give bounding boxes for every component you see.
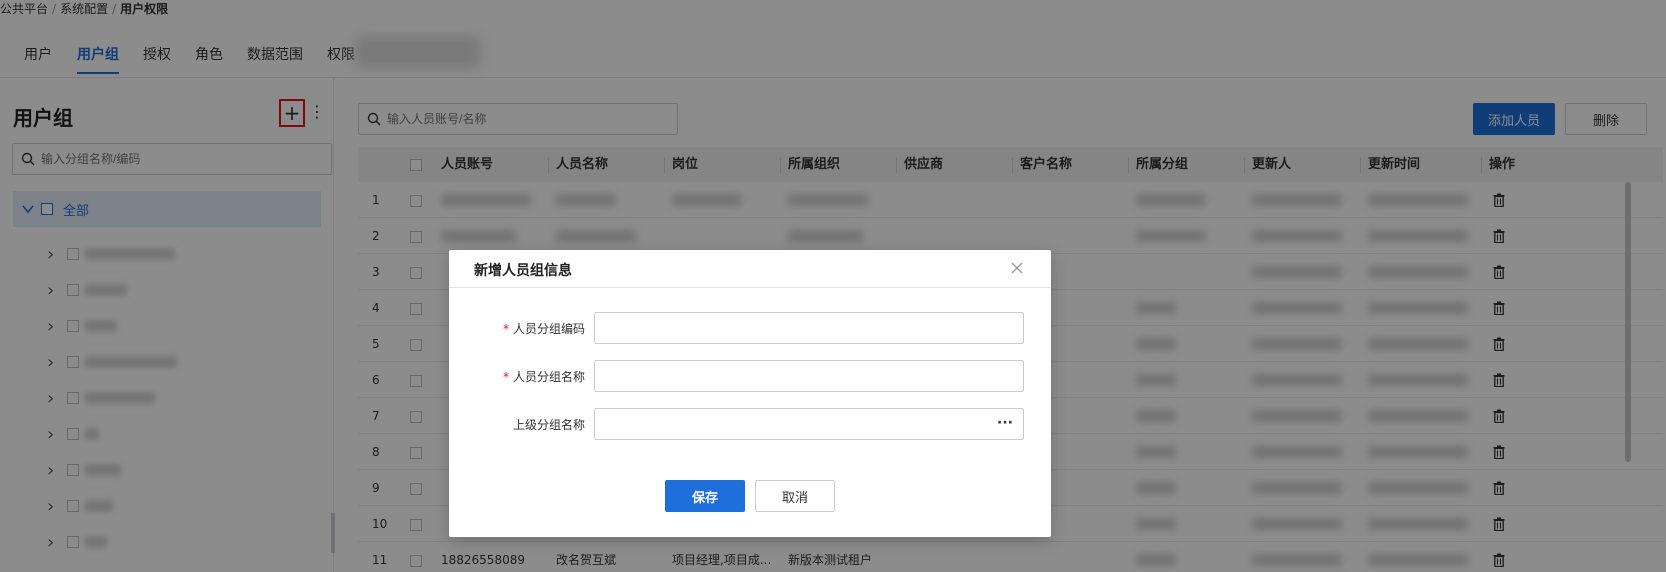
field-label-text: 人员分组编码: [512, 322, 585, 336]
required-mark: *: [502, 370, 509, 384]
field-label: * 人员分组编码: [503, 320, 585, 337]
group-code-input[interactable]: [594, 312, 1024, 344]
add-group-dialog: 新增人员组信息 * 人员分组编码 * 人员分组名称 上级分组名称 ··· 保存 取消: [449, 250, 1051, 537]
dialog-title: 新增人员组信息: [474, 263, 572, 279]
required-mark: *: [502, 322, 509, 336]
form-row-parent-group: 上级分组名称 ···: [449, 408, 1051, 440]
cancel-button[interactable]: 取消: [755, 480, 835, 512]
dialog-header: 新增人员组信息: [449, 250, 1051, 288]
field-label: 上级分组名称: [512, 418, 585, 432]
form-row-group-code: * 人员分组编码: [449, 312, 1051, 344]
save-button[interactable]: 保存: [665, 480, 745, 512]
parent-group-selector[interactable]: ···: [594, 408, 1024, 440]
group-name-input[interactable]: [594, 360, 1024, 392]
form-row-group-name: * 人员分组名称: [449, 360, 1051, 392]
field-label-text: 人员分组名称: [512, 370, 585, 384]
field-label: * 人员分组名称: [503, 368, 585, 385]
ellipsis-icon[interactable]: ···: [997, 415, 1013, 431]
close-icon[interactable]: [1007, 258, 1027, 278]
